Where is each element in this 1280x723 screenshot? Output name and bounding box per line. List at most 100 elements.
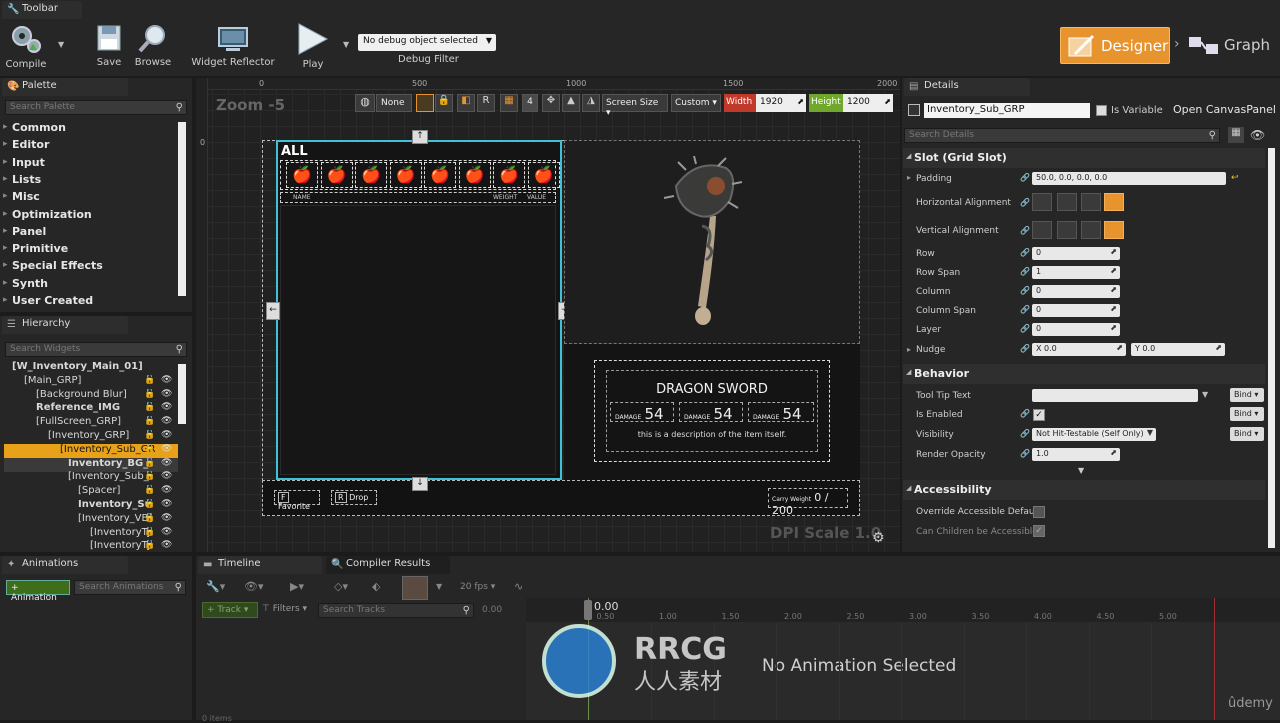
align-center-icon[interactable] [1057, 193, 1077, 211]
view-eye-icon[interactable]: 👁▾ [244, 580, 264, 593]
advanced-expand-icon[interactable]: ▼ [1078, 466, 1084, 475]
hierarchy-tab[interactable]: ☰ Hierarchy [2, 316, 128, 334]
playhead[interactable] [584, 600, 592, 620]
hierarchy-item[interactable]: [Inventory_Sub_ 🔓 👁 [4, 471, 178, 485]
eye-icon[interactable]: 👁 [161, 499, 172, 509]
nudge-y-input[interactable]: Y 0.0 ⬈ [1131, 343, 1225, 356]
palette-category[interactable]: Common [3, 121, 66, 134]
align-right-icon[interactable] [1081, 193, 1101, 211]
curve-editor-icon[interactable]: ∿ [514, 580, 523, 593]
tooltip-input[interactable] [1032, 389, 1198, 402]
palette-category[interactable]: Synth [3, 277, 48, 290]
behavior-section-header[interactable]: Behavior [903, 364, 1265, 384]
arrow-left-handle-icon[interactable]: ← [266, 302, 280, 320]
record-toggle-icon[interactable] [402, 576, 428, 600]
palette-scrollbar[interactable] [178, 122, 186, 296]
palette-category[interactable]: Optimization [3, 208, 92, 221]
eye-icon[interactable]: 👁 [161, 471, 172, 481]
align-left-icon[interactable] [1032, 193, 1052, 211]
chevron-down-icon[interactable]: ▼ [436, 582, 442, 591]
details-scrollbar[interactable] [1268, 148, 1275, 548]
hierarchy-item[interactable]: [InventoryTy 🔓 👁 [4, 527, 178, 541]
width-input[interactable]: 1920 ⬈ [756, 94, 806, 112]
grid-view-icon[interactable]: ▦ [1228, 127, 1244, 143]
timeline-tab[interactable]: ▬ Timeline [198, 556, 322, 574]
hierarchy-item[interactable]: [W_Inventory_Main_01] [4, 361, 178, 375]
details-search-input[interactable]: Search Details ⚲ [904, 128, 1220, 143]
play-dropdown-icon[interactable]: ▼ [343, 40, 349, 49]
expand-arrow-icon[interactable]: ▸ [907, 345, 911, 354]
add-track-button[interactable]: + Track ▾ [202, 602, 258, 618]
override-accessible-checkbox[interactable] [1033, 506, 1045, 518]
move-icon[interactable]: ✥ [542, 94, 560, 112]
eye-icon[interactable]: 👁 [161, 416, 172, 426]
image-icon[interactable]: ▲ [562, 94, 580, 112]
eye-icon[interactable]: 👁 [161, 540, 172, 550]
padding-input[interactable]: 50.0, 0.0, 0.0, 0.0 [1032, 172, 1226, 185]
lock-icon[interactable]: 🔓 [144, 375, 155, 385]
lock-icon[interactable]: 🔓 [144, 485, 155, 495]
eye-icon[interactable]: 👁 [161, 527, 172, 537]
eye-icon[interactable]: 👁 [161, 485, 172, 495]
align-fill-vertical-icon[interactable] [1104, 221, 1124, 239]
row-span-input[interactable]: 1 ⬈ [1032, 266, 1120, 279]
lock-icon[interactable]: 🔓 [144, 389, 155, 399]
palette-search-input[interactable]: Search Palette ⚲ [5, 100, 187, 115]
lock-icon[interactable]: 🔒 [435, 94, 453, 112]
hierarchy-item[interactable]: [Inventory_GRP] 🔓 👁 [4, 430, 178, 444]
auto-key-icon[interactable]: ⬖ [372, 580, 380, 593]
hierarchy-item[interactable]: Reference_IMG 🔓 👁 [4, 402, 178, 416]
compile-button[interactable]: Compile [4, 22, 48, 70]
respect-locks-icon[interactable]: ◧ [457, 94, 475, 112]
eye-icon[interactable]: 👁 [161, 402, 172, 412]
eye-icon[interactable]: 👁 [161, 389, 172, 399]
save-button[interactable]: Save [92, 24, 126, 70]
column-input[interactable]: 0 ⬈ [1032, 285, 1120, 298]
hierarchy-scrollbar[interactable] [178, 364, 186, 424]
eye-icon[interactable]: 👁 [161, 513, 172, 523]
localization-dropdown[interactable]: None [376, 94, 412, 112]
palette-category[interactable]: Primitive [3, 242, 68, 255]
browse-button[interactable]: Browse [134, 22, 172, 70]
align-top-icon[interactable] [1032, 221, 1052, 239]
arrow-down-handle-icon[interactable]: ↓ [412, 477, 428, 491]
hierarchy-item[interactable]: [Background Blur] 🔓 👁 [4, 389, 178, 403]
eye-icon[interactable]: 👁 [161, 458, 172, 468]
hierarchy-item[interactable]: Inventory_Su 🔓 👁 [4, 499, 178, 513]
lock-icon[interactable]: 🔓 [144, 540, 155, 550]
hierarchy-search-input[interactable]: Search Widgets ⚲ [5, 342, 187, 357]
palette-category[interactable]: Panel [3, 225, 46, 238]
screen-size-dropdown[interactable]: Screen Size ▾ [602, 94, 668, 118]
layer-input[interactable]: 0 ⬈ [1032, 323, 1120, 336]
debug-object-dropdown[interactable]: No debug object selected ▼ [358, 34, 496, 51]
lock-icon[interactable]: 🔓 [144, 527, 155, 537]
lock-icon[interactable]: 🔓 [144, 458, 155, 468]
expand-arrow-icon[interactable]: ▸ [907, 173, 911, 182]
row-input[interactable]: 0 ⬈ [1032, 247, 1120, 260]
hierarchy-item[interactable]: Inventory_BG_ 🔓 👁 [4, 457, 178, 472]
lock-icon[interactable]: 🔓 [144, 402, 155, 412]
hierarchy-item[interactable]: [Inventory_Sub_GR 🔓 👁 [4, 443, 178, 458]
lock-icon[interactable]: 🔓 [144, 513, 155, 523]
accessibility-section-header[interactable]: Accessibility [903, 480, 1265, 500]
lock-icon[interactable]: 🔓 [144, 430, 155, 440]
designer-viewport[interactable]: 0 500 1000 1500 2000 0 Zoom -5 ◍ None 🔒 … [196, 78, 900, 552]
eye-icon[interactable]: 👁 [161, 375, 172, 385]
eye-icon[interactable]: 👁 [161, 444, 172, 454]
key-settings-icon[interactable]: 🔧▾ [206, 580, 225, 593]
tooltip-bind-button[interactable]: Bind ▾ [1230, 388, 1264, 402]
open-canvas-link[interactable]: Open CanvasPanel [1173, 103, 1276, 116]
filters-dropdown[interactable]: ⊤ Filters ▾ [262, 604, 307, 614]
eye-icon[interactable]: 👁 [161, 430, 172, 440]
animations-tab[interactable]: ✦ Animations [2, 556, 128, 574]
fps-dropdown[interactable]: 20 fps ▾ [460, 582, 495, 592]
hierarchy-item[interactable]: [FullScreen_GRP] 🔓 👁 [4, 416, 178, 430]
palette-category[interactable]: Lists [3, 173, 41, 186]
widget-reflector-button[interactable]: Widget Reflector [190, 24, 276, 70]
tracks-search-input[interactable]: Search Tracks ⚲ [318, 603, 474, 618]
palette-category[interactable]: Input [3, 156, 45, 169]
visibility-dropdown[interactable]: Not Hit-Testable (Self Only) ▼ [1032, 428, 1156, 441]
r-toggle-button[interactable]: R [477, 94, 495, 112]
hierarchy-item[interactable]: [Inventory_VB] 🔓 👁 [4, 513, 178, 527]
visibility-bind-button[interactable]: Bind ▾ [1230, 427, 1264, 441]
